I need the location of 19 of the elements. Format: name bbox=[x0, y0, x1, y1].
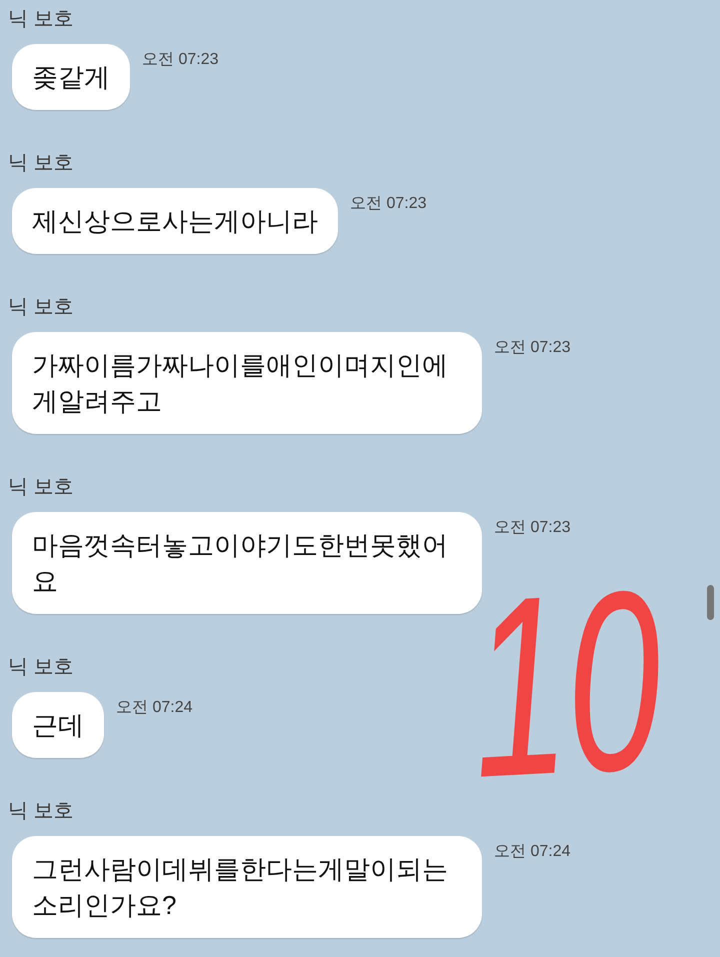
message-time: 오전 07:23 bbox=[350, 194, 426, 214]
sender-name: 닉 보호 bbox=[8, 475, 74, 500]
message-bubble: 마음껏속터놓고이야기도한번못했어요 bbox=[12, 512, 482, 614]
message-time: 오전 07:23 bbox=[494, 338, 570, 358]
message-time: 오전 07:23 bbox=[494, 518, 570, 538]
scrollbar-thumb bbox=[707, 585, 714, 620]
sender-name: 닉 보호 bbox=[8, 655, 74, 680]
sender-name: 닉 보호 bbox=[8, 7, 74, 32]
message-bubble: 그런사람이데뷔를한다는게말이되는소리인가요? bbox=[12, 836, 482, 938]
message-time: 오전 07:23 bbox=[142, 50, 218, 70]
sender-name: 닉 보호 bbox=[8, 799, 74, 824]
message-time: 오전 07:24 bbox=[494, 842, 570, 862]
sender-name: 닉 보호 bbox=[8, 151, 74, 176]
message-bubble: 좆같게 bbox=[12, 44, 130, 110]
message-bubble: 제신상으로사는게아니라 bbox=[12, 188, 338, 254]
message-time: 오전 07:24 bbox=[116, 698, 192, 718]
message-bubble: 가짜이름가짜나이를애인이며지인에게알려주고 bbox=[12, 332, 482, 434]
sender-name: 닉 보호 bbox=[8, 295, 74, 320]
message-bubble: 근데 bbox=[12, 692, 104, 758]
